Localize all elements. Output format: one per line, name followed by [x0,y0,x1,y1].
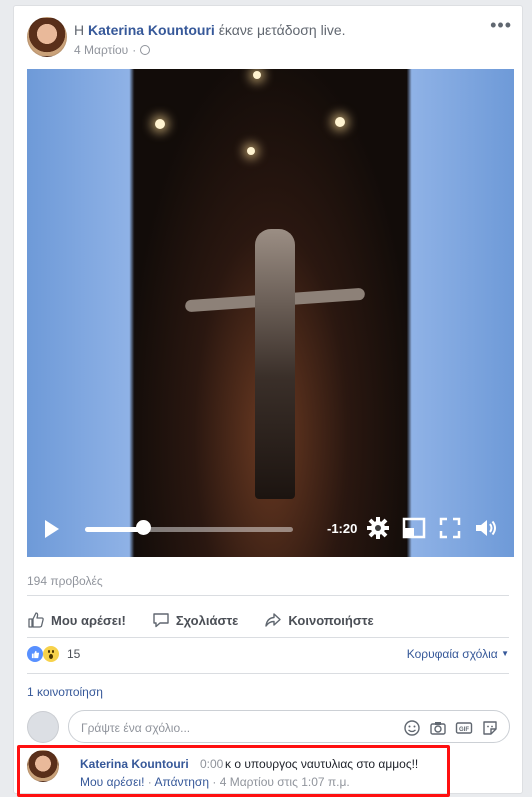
video-controls: -1:20 [27,501,514,557]
wow-reaction-icon [43,646,59,662]
thumbs-up-icon [28,612,44,628]
comment-button[interactable]: Σχολιάστε [152,611,238,629]
emoji-icon[interactable] [403,719,421,737]
share-label: Κοινοποιήστε [288,612,374,628]
reaction-count: 15 [67,647,81,661]
share-arrow-icon [265,613,282,627]
author-name-link[interactable]: Katerina Kountouri [88,22,215,38]
post-date-link[interactable]: 4 Μαρτίου [74,43,128,57]
current-user-avatar [27,711,59,743]
comment-text: κ ο υπουργος ναυτυλιας στο αμμος!! [225,757,419,771]
camera-icon[interactable] [429,719,447,737]
video-remaining-time: -1:20 [327,521,358,536]
comment-actions: Μου αρέσει! · Απάντηση · 4 Μαρτίου στις … [80,775,350,789]
comment-timestamp[interactable]: 4 Μαρτίου στις 1:07 π.μ. [220,775,350,789]
commenter-avatar[interactable] [27,750,59,782]
header-action-text: έκανε μετάδοση live. [218,22,346,38]
view-count[interactable]: 194 προβολές [27,574,103,588]
commenter-name-link[interactable]: Katerina Kountouri [80,757,189,771]
chevron-down-icon: ▼ [501,649,509,658]
video-frame [135,69,407,557]
reaction-summary[interactable]: 15 [27,646,80,662]
top-comments-label: Κορυφαία σχόλια [406,647,498,661]
play-icon[interactable] [45,520,59,538]
more-options-icon[interactable]: ••• [490,16,512,34]
comment-input[interactable] [79,717,383,739]
like-label: Μου αρέσει! [51,612,126,628]
divider [27,673,509,674]
video-subject [255,229,295,499]
top-comments-dropdown[interactable]: Κορυφαία σχόλια ▼ [407,647,509,661]
divider [27,637,509,638]
video-player[interactable]: -1:20 [27,69,514,557]
video-progress-fill [85,527,144,532]
comment-video-timestamp[interactable]: 0:00 [200,757,223,771]
post-actions: Μου αρέσει! Σχολιάστε Κοινοποιήστε [27,602,511,638]
share-count[interactable]: 1 κοινοποίηση [27,685,103,699]
video-progress-bar[interactable] [85,527,293,532]
comment-like-link[interactable]: Μου αρέσει! [80,775,144,789]
globe-icon [140,45,151,55]
header-prefix: Η [74,22,85,38]
like-reaction-icon [27,646,43,662]
post-meta: 4 Μαρτίου · [74,43,151,57]
divider [27,595,509,596]
comment-bubble-icon [153,613,169,628]
author-avatar[interactable] [27,17,67,57]
post-header: Η Katerina Kountouri έκανε μετάδοση live… [74,22,346,38]
settings-icon[interactable] [365,515,391,541]
share-button[interactable]: Κοινοποιήστε [264,611,374,629]
like-button[interactable]: Μου αρέσει! [27,611,126,629]
fullscreen-icon[interactable] [437,515,463,541]
highlighted-comment-box [17,745,450,797]
comment-reply-link[interactable]: Απάντηση [154,775,209,789]
comment-input-box[interactable]: GIF [68,710,510,743]
picture-in-picture-icon[interactable] [401,515,427,541]
post-card: Η Katerina Kountouri έκανε μετάδοση live… [13,5,523,797]
sticker-icon[interactable] [481,719,499,737]
gif-icon[interactable]: GIF [455,719,473,737]
svg-text:GIF: GIF [459,727,469,733]
volume-icon[interactable] [473,515,499,541]
comment-label: Σχολιάστε [175,612,239,628]
video-scrubber-handle[interactable] [135,520,151,535]
